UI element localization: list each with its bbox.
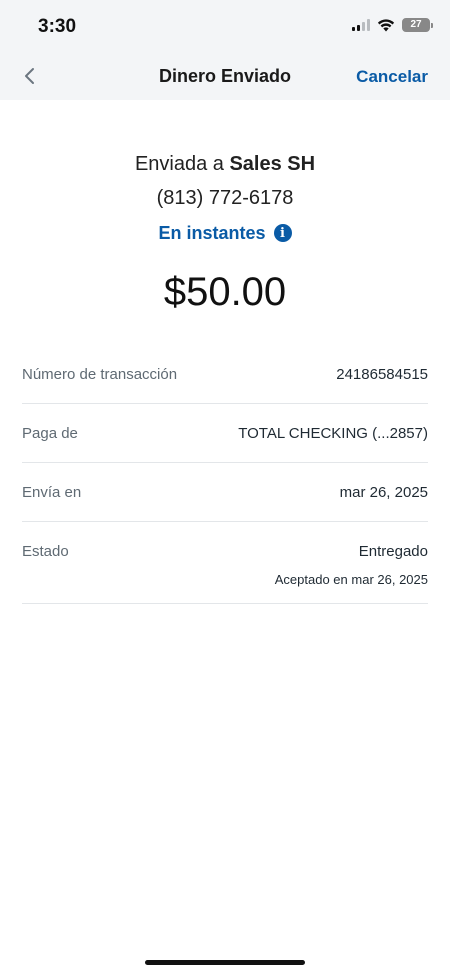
- transfer-amount: $50.00: [163, 270, 287, 314]
- transfer-summary: Enviada a Sales SH (813) 772-6178 En ins…: [0, 150, 450, 316]
- detail-row-transaction-number: Número de transacción 24186584515: [22, 345, 428, 404]
- delivery-speed-label: En instantes: [158, 222, 266, 243]
- signal-icon: [352, 19, 370, 31]
- detail-label: Paga de: [22, 425, 78, 442]
- recipient-phone: (813) 772-6178: [156, 187, 294, 209]
- detail-label: Número de transacción: [22, 366, 178, 383]
- battery-icon: 27: [402, 18, 433, 32]
- detail-value: TOTAL CHECKING (...2857): [238, 425, 428, 442]
- recipient-name: Sales SH: [229, 153, 316, 175]
- status-time: 3:30: [38, 16, 77, 37]
- detail-row-send-on: Envía en mar 26, 2025: [22, 463, 428, 522]
- detail-value: 24186584515: [336, 366, 428, 383]
- sent-to-prefix: Enviada a: [134, 153, 230, 175]
- info-icon[interactable]: i: [273, 224, 292, 242]
- wifi-icon: [377, 19, 395, 32]
- detail-label: Envía en: [22, 484, 82, 501]
- home-indicator: [145, 960, 305, 965]
- battery-level: 27: [410, 19, 422, 30]
- delivery-speed: En instantes i: [0, 220, 450, 246]
- status-accepted-date: Aceptado en mar 26, 2025: [274, 572, 428, 587]
- detail-row-pay-from: Paga de TOTAL CHECKING (...2857): [22, 404, 428, 463]
- cancel-button[interactable]: Cancelar: [356, 67, 428, 87]
- status-value: Entregado: [358, 543, 428, 560]
- nav-header: Dinero Enviado Cancelar: [0, 52, 450, 100]
- status-icons: 27: [352, 18, 433, 32]
- detail-row-status: Estado Entregado Aceptado en mar 26, 202…: [22, 522, 428, 604]
- status-bar: 3:30 27: [0, 0, 450, 52]
- detail-value: mar 26, 2025: [339, 484, 428, 501]
- sent-to-line: Enviada a Sales SH: [0, 150, 450, 178]
- transaction-details: Número de transacción 24186584515 Paga d…: [22, 345, 428, 604]
- detail-label: Estado: [22, 543, 69, 560]
